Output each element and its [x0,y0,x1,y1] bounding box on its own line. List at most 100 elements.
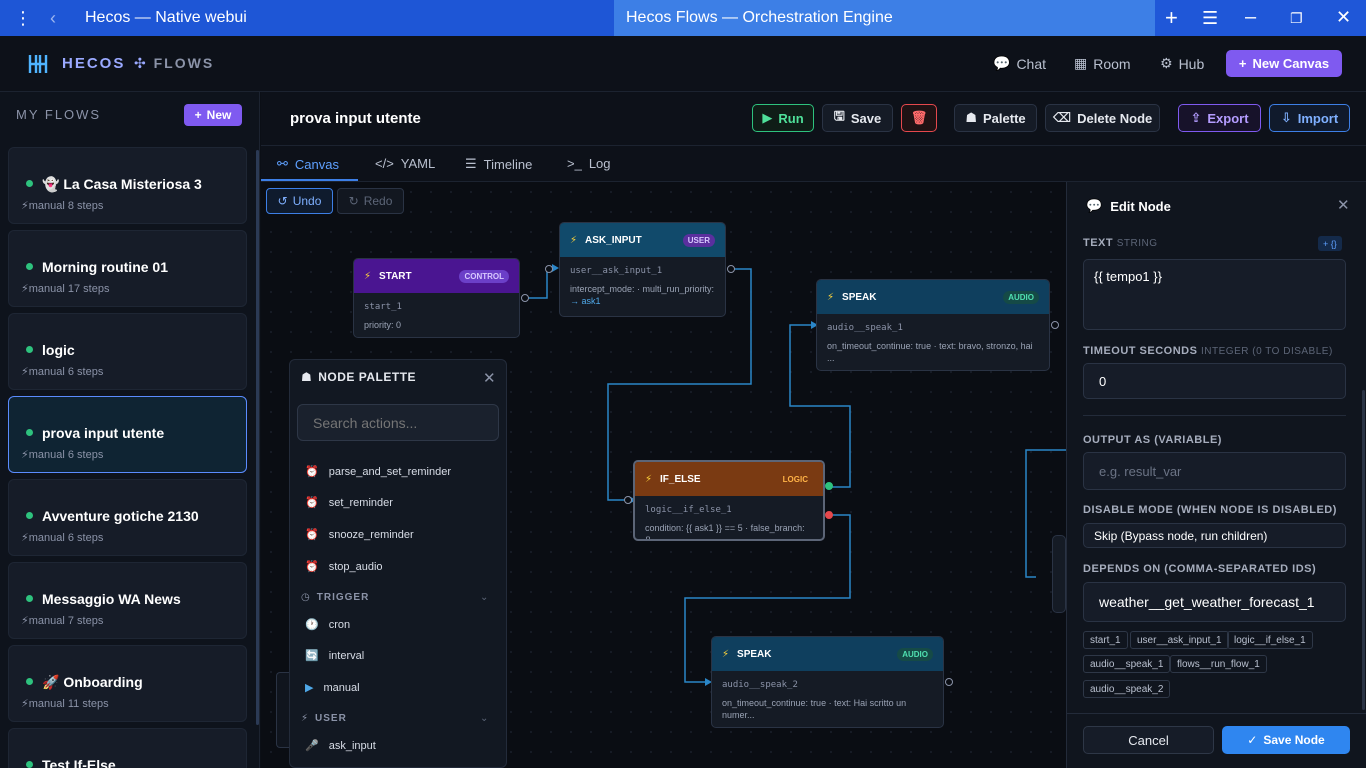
eraser-icon: ⌫ [1052,110,1072,125]
browser-titlebar-left: ⋮ ‹ Hecos — Native webui [0,0,614,36]
dependency-chip[interactable]: user__ask_input_1 [1130,631,1229,649]
output-port[interactable] [521,294,529,302]
nav-room[interactable]: ▦ Room [1074,55,1131,72]
tab-timeline[interactable]: ☰ Timeline [465,156,532,172]
output-port[interactable] [727,265,735,273]
dependency-chip[interactable]: flows__run_flow_1 [1170,655,1267,673]
hamburger-icon[interactable]: ☰ [1202,8,1218,29]
flow-card[interactable]: logic ⚡manual 6 steps [8,313,247,390]
dependency-chip[interactable]: audio__speak_1 [1083,655,1171,673]
node-id: logic__if_else_1 [645,505,732,515]
status-dot [26,595,33,602]
flow-card-selected[interactable]: prova input utente ⚡manual 6 steps [8,396,247,473]
true-branch-port[interactable] [825,482,833,490]
chevron-down-icon[interactable]: ⌄ [480,592,488,603]
save-node-button[interactable]: ✓ Save Node [1222,726,1350,754]
check-icon: ✓ [1247,733,1258,747]
palette-item[interactable]: ⏰ set_reminder [305,496,393,510]
delete-flow-button[interactable]: 🗑 [901,104,937,132]
flow-card[interactable]: 👻 La Casa Misteriosa 3 ⚡manual 8 steps [8,147,247,224]
output-variable-input[interactable]: e.g. result_var [1083,452,1346,490]
node-header: ⚡ ASK_INPUT USER [560,223,725,257]
palette-item[interactable]: 🕐 cron [305,618,350,632]
alarm-clock-icon: ⏰ [305,529,319,541]
flow-card[interactable]: Avventure gotiche 2130 ⚡manual 6 steps [8,479,247,556]
node-speak-2[interactable]: ⚡ SPEAK AUDIO audio__speak_2 on_timeout_con… [711,636,944,728]
cancel-button[interactable]: Cancel [1083,726,1214,754]
output-port[interactable] [945,678,953,686]
microphone-icon: 🎤 [305,740,319,752]
disable-mode-select[interactable]: Skip (Bypass node, run children) [1083,523,1346,548]
close-palette-icon[interactable]: ✕ [483,369,496,387]
close-window-icon[interactable]: ✕ [1336,7,1351,28]
palette-item[interactable]: ▶ manual [305,681,360,695]
delete-node-button[interactable]: ⌫ Delete Node [1045,104,1160,132]
back-icon[interactable]: ‹ [50,8,56,29]
input-port[interactable] [545,265,553,273]
palette-group-trigger[interactable]: ◷ TRIGGER [301,592,369,603]
panel-scrollbar[interactable] [1362,390,1365,710]
graph-icon: ⚯ [277,156,288,171]
run-button[interactable]: ▶ Run [752,104,814,132]
palette-item[interactable]: ⏰ parse_and_set_reminder [305,465,451,479]
dependency-chip[interactable]: audio__speak_2 [1083,680,1171,698]
status-dot [26,678,33,685]
depends-on-input[interactable]: weather__get_weather_forecast_1 [1083,582,1346,622]
kebab-menu-icon[interactable]: ⋮ [14,8,32,29]
flow-card[interactable]: Test If-Else [8,728,247,768]
tab-yaml[interactable]: </> YAML [375,156,435,171]
palette-item[interactable]: 🔄 interval [305,649,364,663]
export-button[interactable]: ⇪ Export [1178,104,1261,132]
dependency-chip[interactable]: start_1 [1083,631,1128,649]
sidebar-title: MY FLOWS [16,107,102,122]
dependency-chip[interactable]: logic__if_else_1 [1227,631,1313,649]
bolt-icon: ⚡ [722,648,730,660]
flow-meta: ⚡manual 8 steps [21,200,104,212]
flow-meta: ⚡manual 7 steps [21,615,104,627]
bolt-icon: ⚡ [827,291,835,303]
nav-chat[interactable]: 💬 Chat [993,55,1046,72]
section-flows[interactable]: ✣ FLOWS [134,55,214,72]
export-icon: ⇪ [1190,110,1202,125]
output-port[interactable] [1051,321,1059,329]
nav-hub[interactable]: ⚙ Hub [1160,55,1204,72]
node-partial[interactable] [1052,535,1066,613]
palette-search-input[interactable] [297,404,499,441]
palette-item[interactable]: 🎤 ask_input [305,739,376,753]
canvas-controls[interactable] [276,672,290,748]
chevron-down-icon[interactable]: ⌄ [480,713,488,724]
node-if-else[interactable]: ⚡ IF_ELSE LOGIC logic__if_else_1 condition:… [633,460,825,541]
palette-group-user[interactable]: ⚡ USER [301,713,347,724]
tab-log[interactable]: >_ Log [567,156,611,171]
bolt-icon: ⚡ [645,473,653,485]
save-button[interactable]: 🖫 Save [822,104,893,132]
new-canvas-button[interactable]: + New Canvas [1226,50,1342,77]
input-port[interactable] [624,496,632,504]
node-ask-input[interactable]: ⚡ ASK_INPUT USER user__ask_input_1 intercep… [559,222,726,317]
close-panel-icon[interactable]: ✕ [1337,196,1350,214]
window-title-active: Hecos Flows — Orchestration Engine [626,9,893,26]
text-textarea[interactable]: {{ tempo1 }} [1083,259,1346,330]
bolt-icon: ⚡ [301,713,310,724]
palette-item[interactable]: ⏰ snooze_reminder [305,528,414,542]
flow-card[interactable]: Morning routine 01 ⚡manual 17 steps [8,230,247,307]
sidebar-scrollbar[interactable] [256,150,259,725]
node-speak-1[interactable]: ⚡ SPEAK AUDIO audio__speak_1 on_timeout_con… [816,279,1050,371]
palette-button[interactable]: ☗ Palette [954,104,1037,132]
restore-icon[interactable]: ❐ [1290,10,1303,27]
node-params: condition: {{ ask1 }} == 5 · false_branc… [645,522,805,541]
add-tab-icon[interactable]: + [1165,5,1178,31]
minimize-icon[interactable]: – [1245,6,1256,29]
flow-card[interactable]: Messaggio WA News ⚡manual 7 steps [8,562,247,639]
timeout-input[interactable]: 0 [1083,363,1346,399]
false-branch-port[interactable] [825,511,833,519]
palette-item[interactable]: ⏰ stop_audio [305,560,383,574]
flow-meta: ⚡manual 11 steps [21,698,109,710]
insert-variable-button[interactable]: + {} [1318,236,1342,251]
tab-canvas[interactable]: ⚯ Canvas [277,156,339,172]
bolt-icon: ⚡ [570,234,578,246]
new-flow-button[interactable]: + New [184,104,242,126]
flow-card[interactable]: 🚀 Onboarding ⚡manual 11 steps [8,645,247,722]
import-button[interactable]: ⇩ Import [1269,104,1350,132]
node-start[interactable]: ⚡ START CONTROL start_1 priority: 0 [353,258,520,338]
